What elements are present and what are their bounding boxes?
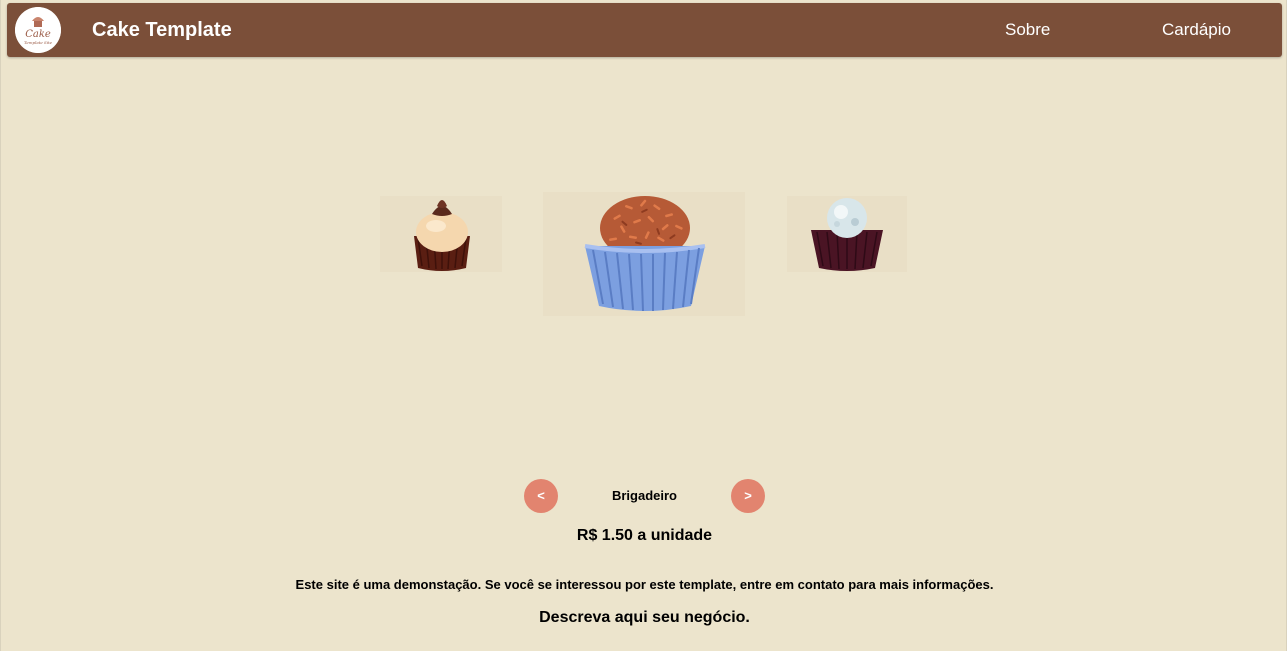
brigadeiro-image bbox=[584, 196, 706, 312]
site-title[interactable]: Cake Template bbox=[92, 18, 232, 42]
product-name: Brigadeiro bbox=[611, 488, 677, 503]
carousel-item-current[interactable] bbox=[543, 192, 745, 316]
coconut-truffle-image bbox=[811, 198, 883, 271]
brand-logo[interactable]: Cake Template Site bbox=[15, 7, 61, 53]
cupcake-logo-icon: Cake Template Site bbox=[15, 7, 61, 53]
business-description: Descreva aqui seu negócio. bbox=[539, 609, 750, 626]
nav-link-cardapio[interactable]: Cardápio bbox=[1162, 20, 1231, 40]
logo-text-main: Cake bbox=[25, 29, 51, 40]
nav-link-sobre[interactable]: Sobre bbox=[1005, 20, 1050, 40]
carousel-item-next[interactable] bbox=[787, 196, 907, 272]
next-button[interactable]: > bbox=[731, 479, 765, 513]
demo-notice: Este site é uma demonstação. Se você se … bbox=[295, 577, 994, 592]
carousel-item-previous[interactable] bbox=[380, 196, 502, 272]
product-price: R$ 1.50 a unidade bbox=[576, 527, 713, 544]
previous-button[interactable]: < bbox=[524, 479, 558, 513]
logo-text-sub: Template Site bbox=[24, 40, 53, 45]
cream-truffle-image bbox=[414, 200, 470, 271]
page: Cake Template Site Cake Template Sobre C… bbox=[0, 0, 1287, 651]
carousel-controls: < Brigadeiro > bbox=[524, 479, 765, 513]
top-navbar: Cake Template Site Cake Template Sobre C… bbox=[7, 3, 1282, 57]
